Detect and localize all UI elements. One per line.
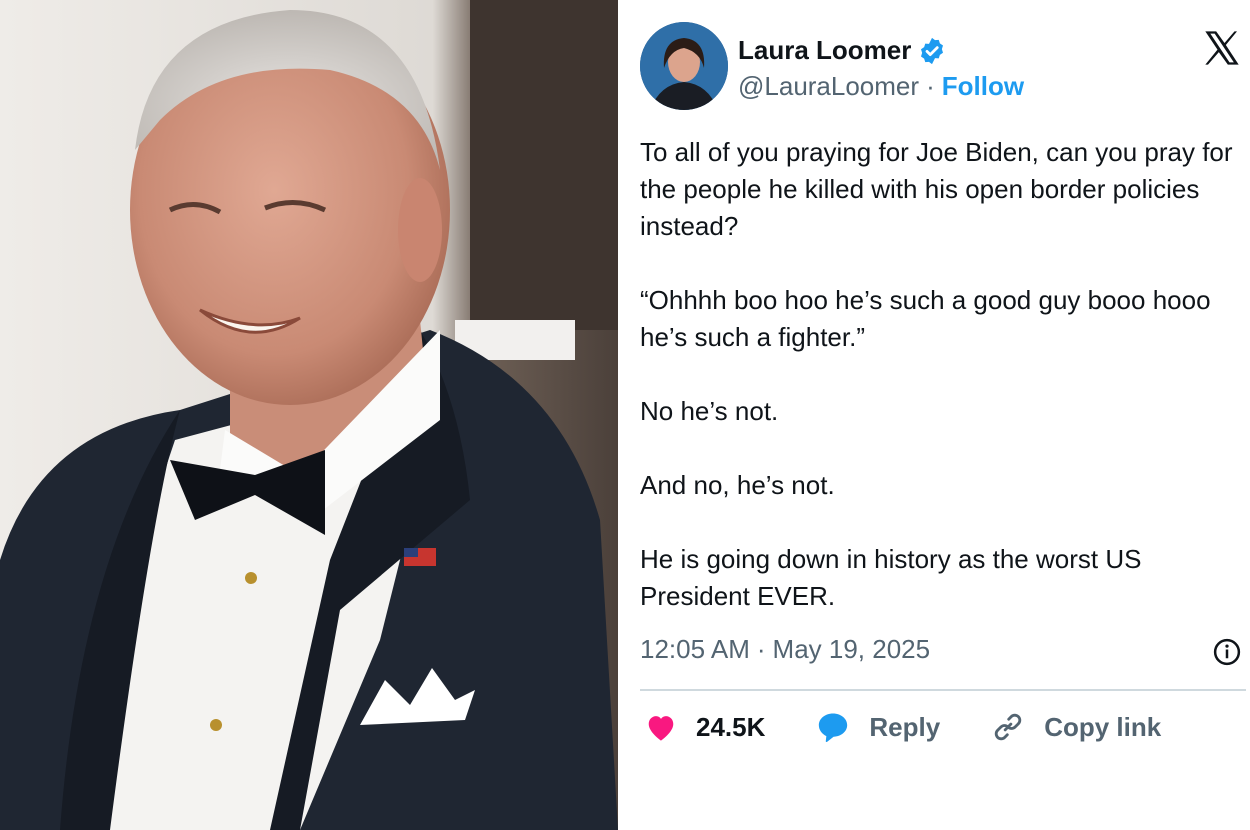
tweet-paragraph: “Ohhhh boo hoo he’s such a good guy booo… <box>640 285 1211 352</box>
reply-label: Reply <box>869 711 941 742</box>
avatar[interactable] <box>640 22 728 110</box>
author-identity: Laura Loomer @LauraLoomer · Follow <box>738 31 1024 102</box>
photo-panel <box>0 0 618 830</box>
follow-button[interactable]: Follow <box>942 71 1024 102</box>
heart-icon <box>648 716 674 741</box>
name-row: Laura Loomer <box>738 31 1024 71</box>
separator-dot: · <box>926 70 935 101</box>
link-icon <box>995 713 1022 741</box>
avatar-image <box>640 22 728 110</box>
divider <box>618 0 630 830</box>
tweet-paragraph: He is going down in history as the worst… <box>640 544 1142 611</box>
info-icon[interactable] <box>1212 637 1242 667</box>
tweet-paragraph: And no, he’s not. <box>640 470 835 500</box>
x-logo-icon[interactable] <box>1202 28 1242 68</box>
man-in-tuxedo-photo <box>0 0 618 830</box>
like-count: 24.5K <box>696 711 766 742</box>
author-name[interactable]: Laura Loomer <box>738 35 911 66</box>
separator-dot: · <box>756 634 766 664</box>
like-button[interactable]: 24.5K <box>644 712 765 743</box>
tweet-text: To all of you praying for Joe Biden, can… <box>640 134 1250 652</box>
tweet-paragraph: To all of you praying for Joe Biden, can… <box>640 137 1233 241</box>
divider-line <box>640 689 1246 691</box>
tweet-actions: 24.5K Reply Copy link <box>644 710 1211 744</box>
copy-link-button[interactable]: Copy link <box>990 710 1161 744</box>
tweet-timestamp[interactable]: 12:05 AM · May 19, 2025 <box>640 634 930 665</box>
tweet-time: 12:05 AM <box>640 634 750 664</box>
tweet-header: Laura Loomer @LauraLoomer · Follow <box>640 22 1024 110</box>
handle-row: @LauraLoomer · Follow <box>738 71 1024 102</box>
tweet-date: May 19, 2025 <box>772 634 931 664</box>
author-handle[interactable]: @LauraLoomer <box>738 71 919 102</box>
verified-badge-icon <box>921 37 944 64</box>
tweet-card: Laura Loomer @LauraLoomer · Follow To al… <box>630 0 1250 830</box>
copy-link-label: Copy link <box>1044 711 1162 742</box>
reply-icon <box>819 713 848 743</box>
tweet-paragraph: No he’s not. <box>640 396 779 426</box>
reply-button[interactable]: Reply <box>815 710 940 744</box>
